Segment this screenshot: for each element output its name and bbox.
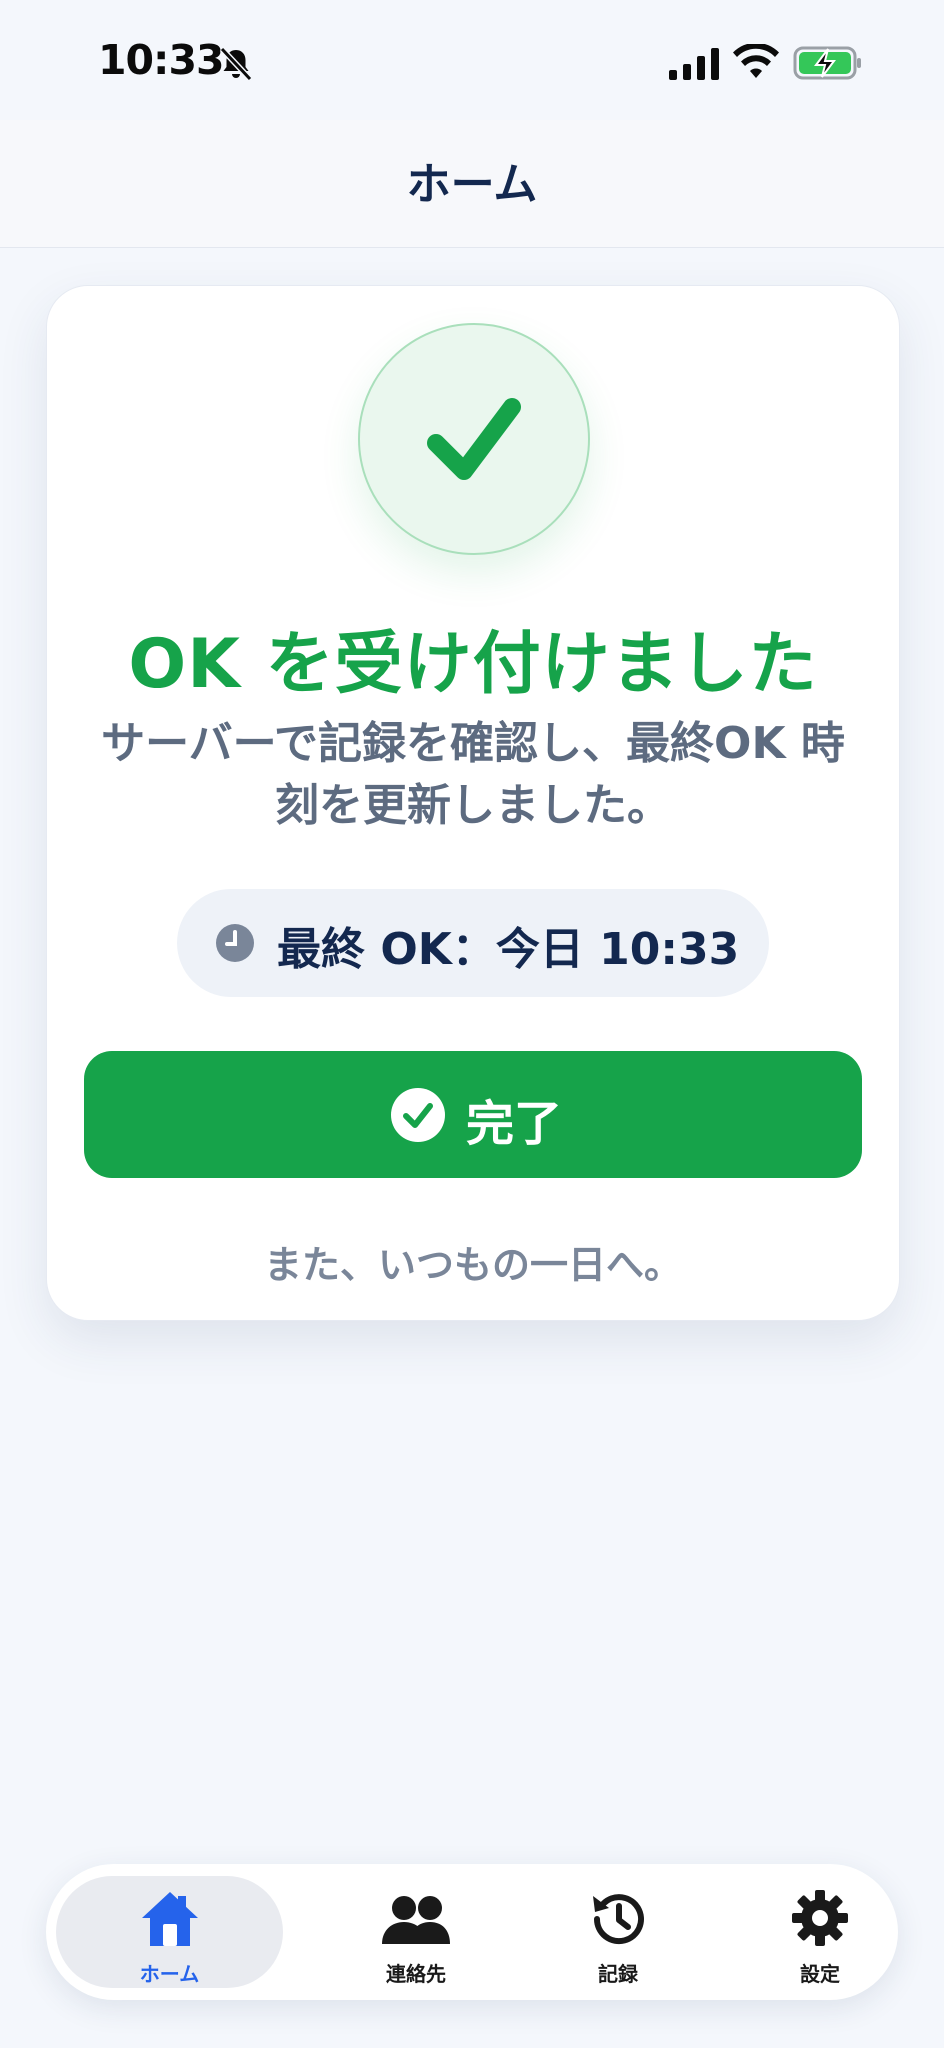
home-icon xyxy=(141,1892,198,1946)
tab-bar: ホーム 連絡先 記録 設定 xyxy=(46,1864,898,2000)
footer-message: また、いつもの一日へ。 xyxy=(263,1243,682,1287)
tab-home-label: ホーム xyxy=(139,1962,200,1986)
gear-icon xyxy=(792,1890,848,1946)
tab-settings-label: 設定 xyxy=(800,1962,840,1986)
tab-history-label: 記録 xyxy=(598,1962,638,1986)
contacts-icon xyxy=(382,1896,450,1944)
check-circle-icon xyxy=(391,1088,445,1142)
tab-home[interactable]: ホーム xyxy=(56,1876,283,1988)
check-icon xyxy=(427,398,521,480)
history-icon xyxy=(593,1894,644,1945)
tab-contacts[interactable]: 連絡先 xyxy=(316,1876,516,1988)
wifi-icon xyxy=(733,44,779,78)
last-ok-badge: 最終 OK：今日 10:33 xyxy=(177,889,769,997)
confirmation-card: OK を受け付けました サーバーで記録を確認し、最終OK 時刻を更新しました。 … xyxy=(46,285,900,1321)
page-title: ホーム xyxy=(406,159,538,210)
confirmation-title: OK を受け付けました xyxy=(128,625,818,704)
tab-settings[interactable]: 設定 xyxy=(720,1876,920,1988)
status-time: 10:33 xyxy=(98,36,225,84)
tab-history[interactable]: 記録 xyxy=(518,1876,718,1988)
done-button-label: 完了 xyxy=(466,1096,563,1152)
success-badge xyxy=(358,323,590,555)
tab-contacts-label: 連絡先 xyxy=(386,1962,446,1986)
clock-icon xyxy=(216,924,254,962)
done-button[interactable]: 完了 xyxy=(84,1051,862,1178)
status-bar: 10:33 xyxy=(0,0,944,120)
nav-header: ホーム xyxy=(0,120,944,248)
last-ok-text: 最終 OK：今日 10:33 xyxy=(277,924,740,975)
battery-charging-icon xyxy=(793,46,861,80)
cellular-signal-icon xyxy=(669,48,719,80)
bell-slash-icon xyxy=(219,46,253,82)
confirmation-message: サーバーで記録を確認し、最終OK 時刻を更新しました。 xyxy=(101,718,845,831)
